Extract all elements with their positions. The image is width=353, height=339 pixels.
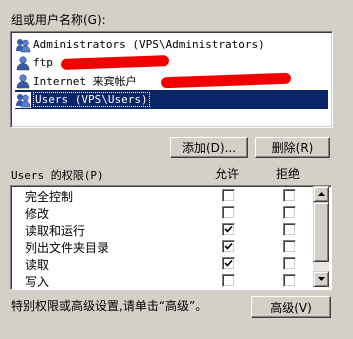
- scroll-thumb[interactable]: [313, 202, 329, 262]
- permission-name: 完全控制: [25, 190, 74, 204]
- deny-checkbox[interactable]: [283, 223, 296, 236]
- deny-header: 拒绝: [276, 167, 301, 181]
- user-icon: [15, 55, 31, 71]
- principal-row[interactable]: Internet 来宾帐户: [15, 71, 328, 90]
- user-group-icon: [15, 91, 31, 108]
- permissions-label: Users 的权限(P): [11, 169, 104, 182]
- permission-row-full-control: 完全控制: [11, 187, 311, 204]
- allow-checkbox[interactable]: [222, 223, 235, 236]
- allow-checkbox[interactable]: [222, 240, 235, 253]
- allow-checkbox[interactable]: [222, 189, 235, 202]
- checkmark-icon: [224, 225, 233, 233]
- principal-listbox[interactable]: Administrators (VPS\Administrators) ftp …: [10, 31, 333, 128]
- redaction-mark: [60, 55, 170, 70]
- principal-row[interactable]: ftp: [15, 53, 328, 72]
- principal-name: ftp: [33, 56, 53, 69]
- permissions-scrollbar[interactable]: [313, 186, 329, 287]
- permissions-list[interactable]: 完全控制 修改 读取和运行 列出文件夹目录 读取 写入: [10, 185, 332, 290]
- deny-checkbox[interactable]: [283, 189, 296, 202]
- principal-row[interactable]: Administrators (VPS\Administrators): [15, 35, 328, 54]
- deny-checkbox[interactable]: [283, 257, 296, 270]
- advanced-button[interactable]: 高级(V): [251, 296, 331, 318]
- principal-name: Internet 来宾帐户: [33, 74, 137, 88]
- scroll-down-button[interactable]: [313, 271, 329, 287]
- permission-name: 修改: [25, 207, 50, 221]
- user-group-icon: [15, 37, 31, 53]
- deny-checkbox[interactable]: [283, 274, 296, 287]
- checkmark-icon: [224, 259, 233, 267]
- permission-row-list-folder: 列出文件夹目录: [11, 238, 311, 255]
- principal-name: Administrators (VPS\Administrators): [33, 38, 265, 51]
- allow-checkbox[interactable]: [222, 274, 235, 287]
- remove-button[interactable]: 删除(R): [255, 137, 330, 158]
- special-permissions-note: 特别权限或高级设置,请单击“高级”。: [11, 299, 208, 313]
- add-button[interactable]: 添加(D)...: [170, 137, 248, 158]
- permission-row-read: 读取: [11, 255, 311, 272]
- arrow-down-icon: [317, 277, 325, 281]
- arrow-up-icon: [317, 192, 325, 196]
- allow-header: 允许: [215, 167, 240, 181]
- deny-checkbox[interactable]: [283, 206, 296, 219]
- allow-checkbox[interactable]: [222, 257, 235, 270]
- permission-name: 列出文件夹目录: [25, 241, 110, 255]
- permission-name: 写入: [25, 275, 50, 289]
- deny-checkbox[interactable]: [283, 240, 296, 253]
- checkmark-icon: [224, 242, 233, 250]
- allow-checkbox[interactable]: [222, 206, 235, 219]
- scroll-up-button[interactable]: [313, 186, 329, 202]
- groups-label: 组或用户名称(G):: [11, 13, 106, 27]
- permission-row-modify: 修改: [11, 204, 311, 221]
- principal-row-selected[interactable]: Users (VPS\Users): [15, 90, 328, 109]
- principal-name: Users (VPS\Users): [33, 92, 150, 107]
- permission-name: 读取: [25, 258, 50, 272]
- redaction-mark: [160, 72, 291, 89]
- permission-row-write: 写入: [11, 272, 311, 289]
- permission-name: 读取和运行: [25, 224, 86, 238]
- permission-row-read-execute: 读取和运行: [11, 221, 311, 238]
- user-icon: [15, 73, 31, 89]
